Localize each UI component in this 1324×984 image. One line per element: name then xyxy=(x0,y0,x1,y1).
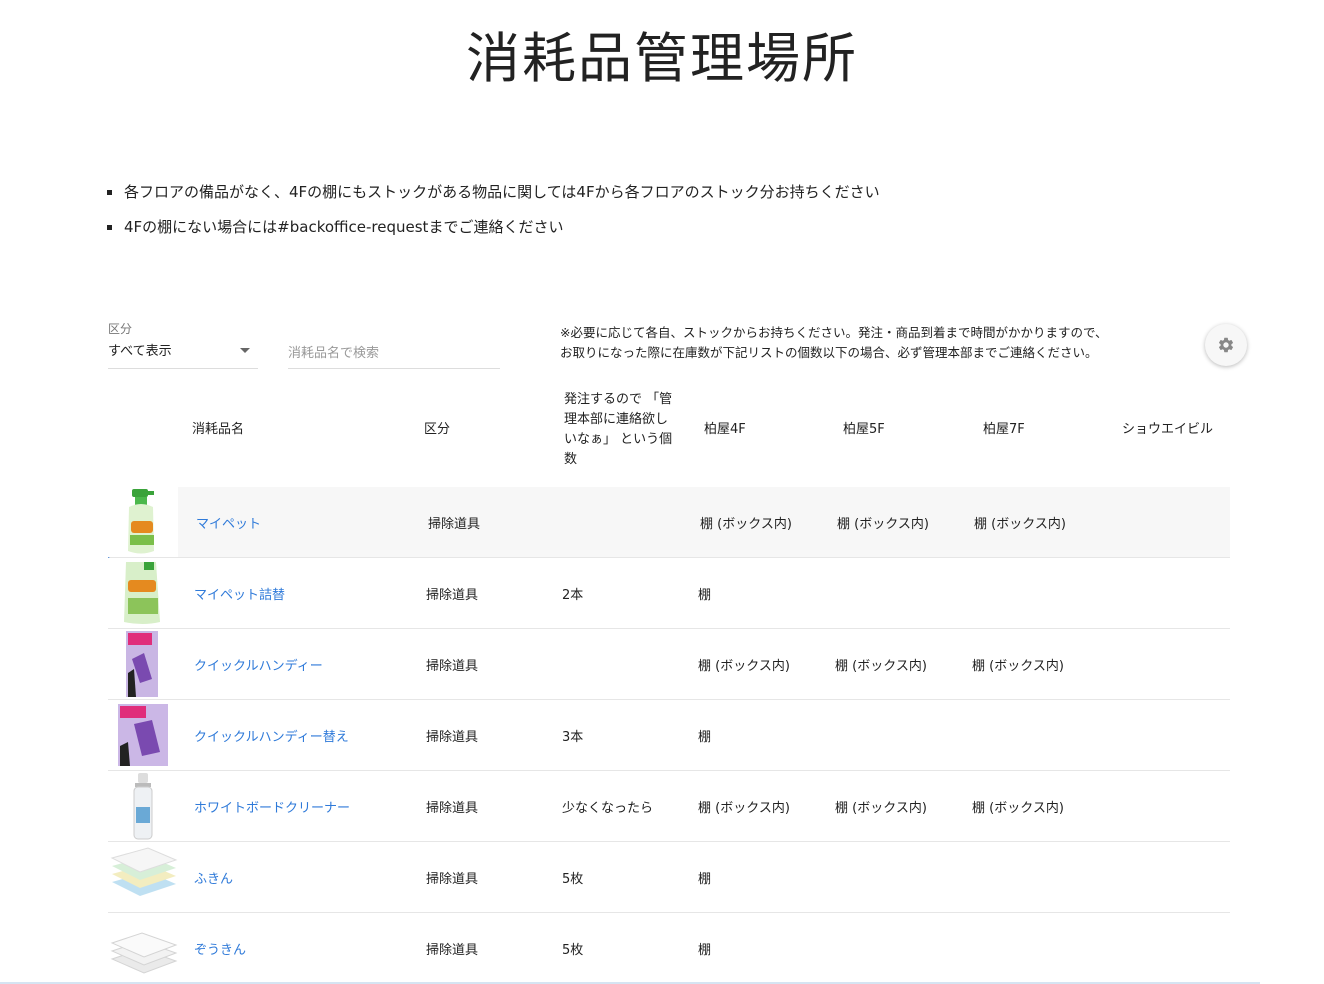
table-row[interactable]: ふきん 掃除道具 5枚 棚 xyxy=(108,842,1230,913)
spray-bottle-icon xyxy=(128,489,154,554)
cell-threshold: 5枚 xyxy=(562,872,584,887)
cell-category: 掃除道具 xyxy=(426,943,479,958)
gear-icon xyxy=(1218,337,1234,353)
header-threshold-line: 数 xyxy=(564,452,578,467)
table-row[interactable]: クイックルハンディー替え 掃除道具 3本 棚 xyxy=(108,700,1230,771)
product-image-spray-bottle xyxy=(108,487,178,557)
cell-category: 掃除道具 xyxy=(426,801,479,816)
table-row[interactable]: ぞうきん 掃除道具 5枚 棚 xyxy=(108,913,1230,984)
product-name-link[interactable]: ぞうきん xyxy=(194,939,246,958)
cell-kashiwaya-4f: 棚 xyxy=(698,730,712,745)
product-name-link[interactable]: マイペット xyxy=(196,513,261,532)
header-kashiwaya-5f: 柏屋5F xyxy=(843,422,885,437)
cell-kashiwaya-5f: 棚 (ボックス内) xyxy=(835,659,927,674)
settings-button[interactable] xyxy=(1205,324,1247,366)
floor-cloth-icon xyxy=(110,932,178,974)
table-row[interactable]: マイペット 掃除道具 棚 (ボックス内) 棚 (ボックス内) 棚 (ボックス内) xyxy=(108,487,1230,558)
refill-pouch-icon xyxy=(124,562,160,624)
cell-kashiwaya-7f: 棚 (ボックス内) xyxy=(972,801,1064,816)
handy-refill-icon xyxy=(118,704,168,766)
handy-duster-icon xyxy=(126,631,158,697)
table-header: 消耗品名 区分 発注するので 「管 理本部に連絡欲し いなぁ」 という個 数 柏… xyxy=(108,388,1230,482)
search-input[interactable] xyxy=(288,338,500,369)
cell-kashiwaya-4f: 棚 xyxy=(698,872,712,887)
notice-line: お取りになった際に在庫数が下記リストの個数以下の場合、必ず管理本部までご連絡くだ… xyxy=(560,345,1098,360)
table-row[interactable]: クイックルハンディー 掃除道具 棚 (ボックス内) 棚 (ボックス内) 棚 (ボ… xyxy=(108,629,1230,700)
header-threshold-line: いなぁ」 という個 xyxy=(564,432,673,447)
header-threshold-line: 理本部に連絡欲し xyxy=(564,412,669,427)
header-category: 区分 xyxy=(424,422,451,437)
cell-threshold: 5枚 xyxy=(562,943,584,958)
header-name: 消耗品名 xyxy=(192,422,245,437)
product-image-handy-refill xyxy=(108,700,178,770)
product-name-link[interactable]: ホワイトボードクリーナー xyxy=(194,797,350,816)
product-image-dish-cloth xyxy=(108,842,178,912)
notice-line: ※必要に応じて各自、ストックからお持ちください。発注・商品到着まで時間がかかりま… xyxy=(560,325,1108,340)
cell-category: 掃除道具 xyxy=(426,730,479,745)
product-name-link[interactable]: クイックルハンディー xyxy=(194,655,323,674)
stock-notice: ※必要に応じて各自、ストックからお持ちください。発注・商品到着まで時間がかかりま… xyxy=(560,323,1107,363)
header-kashiwaya-4f: 柏屋4F xyxy=(704,422,746,437)
cell-kashiwaya-4f: 棚 xyxy=(698,588,712,603)
product-name-link[interactable]: クイックルハンディー替え xyxy=(194,726,349,745)
page-title: 消耗品管理場所 xyxy=(466,27,858,90)
product-image-whiteboard-cleaner xyxy=(108,771,178,841)
cell-threshold: 少なくなったら xyxy=(562,801,654,816)
product-image-handy-duster xyxy=(108,629,178,699)
cell-category: 掃除道具 xyxy=(426,872,479,887)
product-image-floor-cloth xyxy=(108,913,178,983)
category-filter-label: 区分 xyxy=(108,322,133,336)
category-filter-select[interactable]: 区分 すべて表示 xyxy=(108,320,258,369)
cell-threshold: 3本 xyxy=(562,730,584,745)
header-threshold: 発注するので 「管 理本部に連絡欲し いなぁ」 という個 数 xyxy=(564,390,676,470)
cell-kashiwaya-7f: 棚 (ボックス内) xyxy=(972,659,1064,674)
product-name-link[interactable]: ふきん xyxy=(194,868,233,887)
table-row[interactable]: マイペット詰替 掃除道具 2本 棚 xyxy=(108,558,1230,629)
header-kashiwaya-7f: 柏屋7F xyxy=(983,422,1025,437)
header-threshold-line: 発注するので 「管 xyxy=(564,392,673,407)
cell-kashiwaya-5f: 棚 (ボックス内) xyxy=(837,517,929,532)
cell-kashiwaya-4f: 棚 (ボックス内) xyxy=(698,659,790,674)
header-shoei-building: ショウエイビル xyxy=(1122,422,1214,437)
note-item: 各フロアの備品がなく、4Fの棚にもストックがある物品に関しては4Fから各フロアの… xyxy=(104,180,880,215)
product-image-refill-pouch xyxy=(108,558,178,628)
cell-kashiwaya-4f: 棚 (ボックス内) xyxy=(700,517,792,532)
dish-cloth-icon xyxy=(110,847,178,896)
category-filter-value: すべて表示 xyxy=(108,344,172,359)
cell-kashiwaya-4f: 棚 (ボックス内) xyxy=(698,801,790,816)
note-item: 4Fの棚にない場合には#backoffice-requestまでご連絡ください xyxy=(104,215,880,250)
cell-category: 掃除道具 xyxy=(428,517,481,532)
cell-threshold: 2本 xyxy=(562,588,584,603)
cell-category: 掃除道具 xyxy=(426,659,479,674)
caret-down-icon xyxy=(240,348,250,353)
cell-category: 掃除道具 xyxy=(426,588,479,603)
notes-list: 各フロアの備品がなく、4Fの棚にもストックがある物品に関しては4Fから各フロアの… xyxy=(104,180,880,250)
table-row[interactable]: ホワイトボードクリーナー 掃除道具 少なくなったら 棚 (ボックス内) 棚 (ボ… xyxy=(108,771,1230,842)
cell-kashiwaya-5f: 棚 (ボックス内) xyxy=(835,801,927,816)
cell-kashiwaya-4f: 棚 xyxy=(698,943,712,958)
cell-kashiwaya-7f: 棚 (ボックス内) xyxy=(974,517,1066,532)
product-name-link[interactable]: マイペット詰替 xyxy=(194,584,285,603)
whiteboard-cleaner-icon xyxy=(133,773,153,840)
